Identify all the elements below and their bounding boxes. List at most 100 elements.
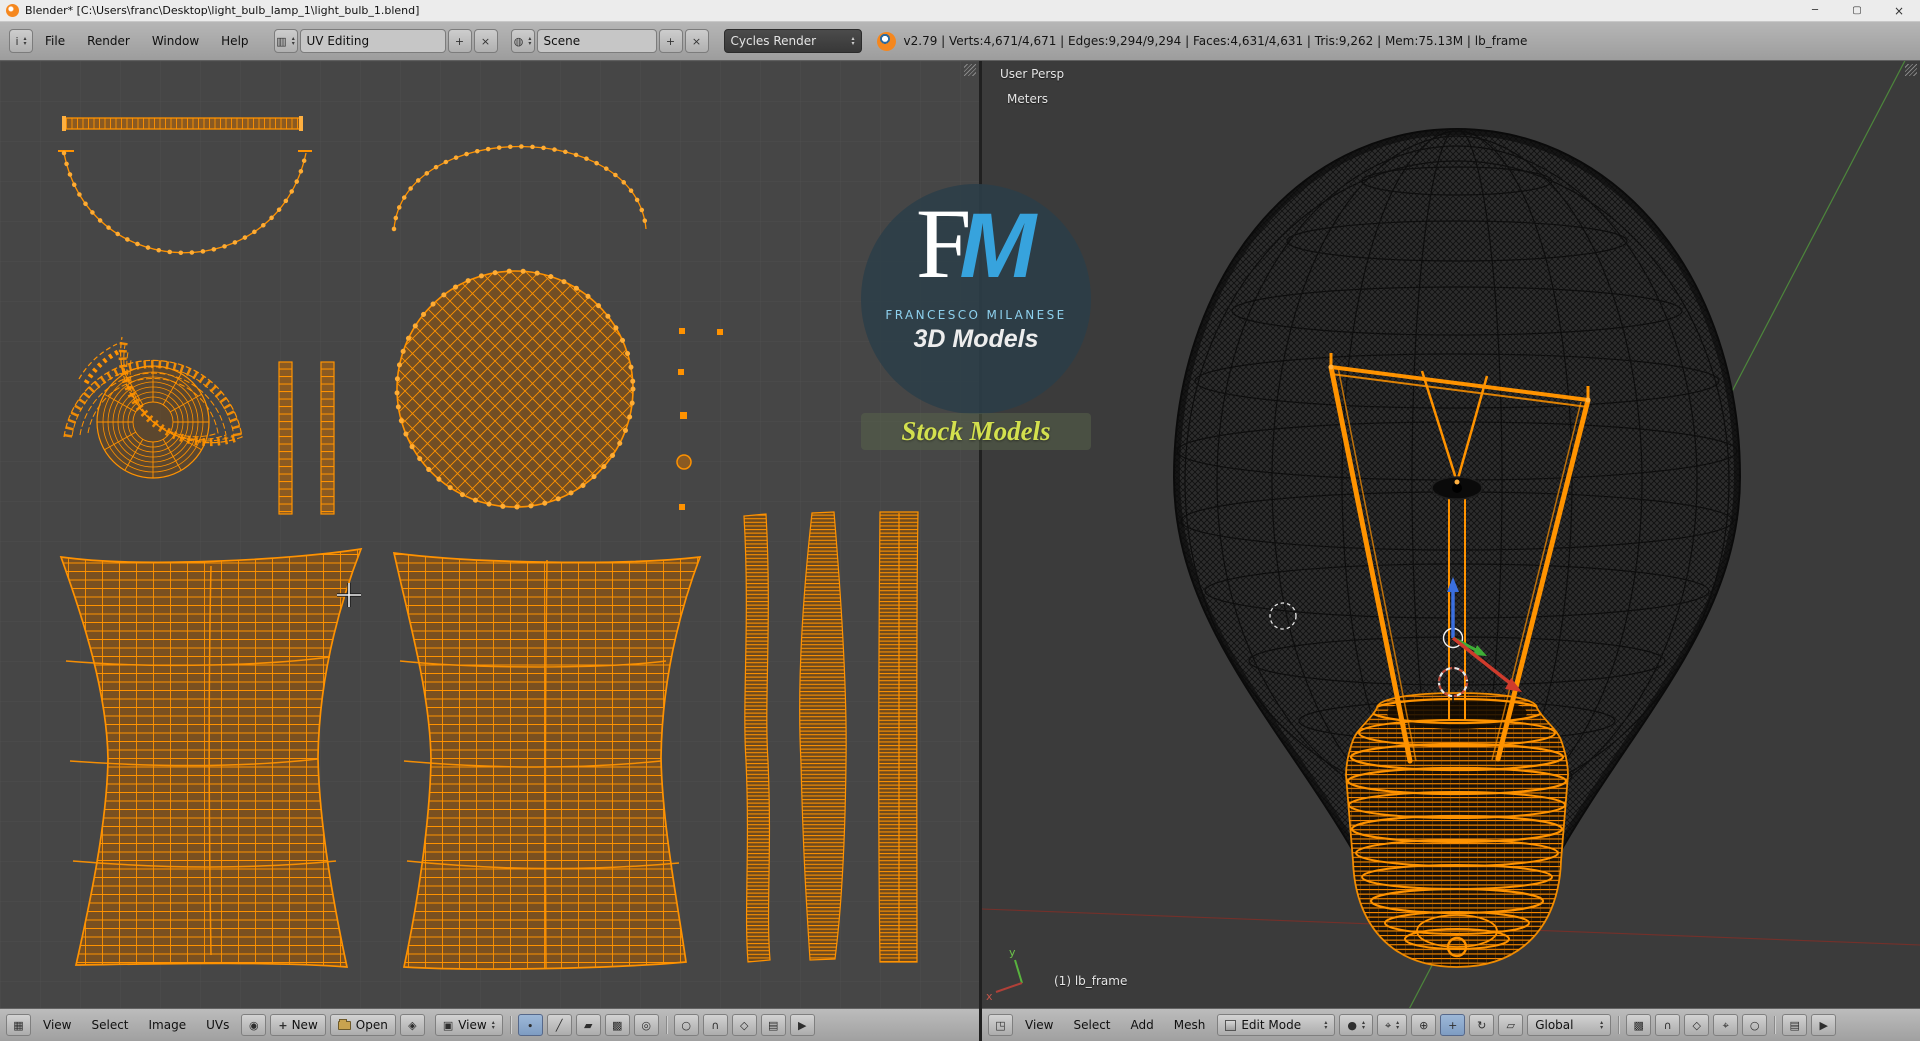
viewport-editor-type-dropdown[interactable]: ◳ <box>988 1014 1013 1036</box>
vp-menu-add[interactable]: Add <box>1121 1018 1164 1032</box>
render-still-icon: ▤ <box>1789 1018 1800 1032</box>
screen-layout-value: UV Editing <box>306 34 370 48</box>
snap-element-icon: ◇ <box>1692 1018 1701 1032</box>
proportional-edit-dropdown[interactable]: ○ <box>1742 1014 1768 1036</box>
scene-delete-button[interactable]: × <box>684 29 709 53</box>
image-open-button[interactable]: Open <box>329 1014 396 1036</box>
snap-element-dropdown[interactable]: ◇ <box>1684 1014 1710 1036</box>
translate-icon: + <box>1448 1018 1458 1032</box>
render-uv-anim-button[interactable]: ▶ <box>789 1014 815 1036</box>
vp-menu-mes[interactable]: Mesh <box>1164 1018 1216 1032</box>
snap-magnet-icon: ∩ <box>1663 1018 1672 1032</box>
window-titlebar: Blender* [C:\Users\franc\Desktop\light_b… <box>0 0 1920 22</box>
scene-browse[interactable]: ◍ ▴ ▾ <box>510 29 535 53</box>
snap-element-dropdown[interactable]: ◇ <box>731 1014 757 1036</box>
viewport-canvas[interactable]: y x <box>982 61 1920 1008</box>
occlude-icon: ▩ <box>1633 1018 1644 1032</box>
orientation-dropdown[interactable]: Global ▴ ▾ <box>1527 1014 1612 1036</box>
render-anim-icon: ▶ <box>1819 1018 1828 1032</box>
screen-layout-add-button[interactable]: + <box>447 29 472 53</box>
scene-add-button[interactable]: + <box>658 29 683 53</box>
menu-help[interactable]: Help <box>210 34 259 48</box>
render-opengl-anim-button[interactable]: ▶ <box>1811 1014 1837 1036</box>
menu-file[interactable]: File <box>34 34 76 48</box>
scene-value: Scene <box>543 34 581 48</box>
uv-island-circle[interactable] <box>397 271 633 507</box>
menu-render[interactable]: Render <box>76 34 141 48</box>
vertex-mode-icon: ∙ <box>526 1018 534 1032</box>
scene-icon: ◍ <box>513 34 524 48</box>
vp-menu-select[interactable]: Select <box>1063 1018 1120 1032</box>
mode-dropdown[interactable]: Edit Mode ▴ ▾ <box>1217 1014 1336 1036</box>
proportional-edit-dropdown[interactable]: ○ <box>673 1014 699 1036</box>
uv-canvas[interactable] <box>0 61 979 1008</box>
manipulator-translate[interactable]: + <box>1440 1014 1466 1036</box>
image-new-button[interactable]: + New <box>270 1014 326 1036</box>
menu-window[interactable]: Window <box>141 34 210 48</box>
screen-layout-browse[interactable]: ▥ ▴ ▾ <box>273 29 298 53</box>
manipulator-rotate[interactable]: ↻ <box>1469 1014 1495 1036</box>
uv-island-strip-2[interactable] <box>799 511 847 961</box>
display-mode-icon: ▣ <box>442 1018 454 1032</box>
maximize-button[interactable]: ▢ <box>1836 0 1878 21</box>
scene-statistics: v2.79 | Verts:4,671/4,671 | Edges:9,294/… <box>903 34 1528 48</box>
info-header: i ▴ ▾ File Render Window Help ▥ ▴ ▾ UV Edi… <box>0 22 1920 61</box>
scene-field[interactable]: Scene <box>536 29 657 53</box>
watermark-badge: Stock Models <box>861 413 1091 450</box>
uv-editor-type-dropdown[interactable]: ▦ <box>6 1014 31 1036</box>
pack-icon: ◈ <box>408 1018 417 1032</box>
image-pin-button[interactable]: ◉ <box>241 1014 267 1036</box>
separator <box>509 1016 511 1034</box>
scale-icon: ▱ <box>1506 1018 1515 1032</box>
render-opengl-still-button[interactable]: ▤ <box>1782 1014 1808 1036</box>
uv-menu-uvs[interactable]: UVs <box>196 1018 239 1032</box>
manipulator-toggle[interactable]: ⊕ <box>1411 1014 1437 1036</box>
pivot-point-dropdown[interactable]: ⌖ ▴ ▾ <box>1376 1014 1408 1036</box>
edge-mode-icon: ╱ <box>555 1018 563 1032</box>
uv-select-mode-face[interactable]: ▰ <box>575 1014 601 1036</box>
manipulator-scale[interactable]: ▱ <box>1498 1014 1524 1036</box>
uv-island-strip-3[interactable] <box>878 511 919 963</box>
screen-layout-icon: ▥ <box>276 34 287 48</box>
sticky-icon: ◎ <box>641 1018 652 1032</box>
uv-editor-area <box>0 61 979 1008</box>
folder-icon <box>337 1018 351 1030</box>
area-corner-widget[interactable] <box>1905 64 1917 76</box>
uv-select-mode-edge[interactable]: ╱ <box>546 1014 572 1036</box>
editor-type-info-dropdown[interactable]: i ▴ ▾ <box>9 29 33 53</box>
uv-island-panel-right[interactable] <box>393 552 701 970</box>
snap-element-icon: ◇ <box>740 1018 749 1032</box>
render-engine-dropdown[interactable]: Cycles Render ▴ ▾ <box>723 29 862 53</box>
screen-layout-delete-button[interactable]: × <box>473 29 498 53</box>
uv-island-bar[interactable] <box>62 116 303 131</box>
watermark-logo: F M FRANCESCO MILANESE 3D Models <box>861 184 1091 414</box>
uv-menu-view[interactable]: View <box>33 1018 81 1032</box>
chevron-updown-icon: ▴ ▾ <box>1600 1019 1604 1031</box>
uv-select-mode-island[interactable]: ▩ <box>604 1014 630 1036</box>
chevron-updown-icon: ▴ ▾ <box>528 35 532 47</box>
screen-layout-field[interactable]: UV Editing <box>299 29 446 53</box>
minimize-button[interactable]: ─ <box>1794 0 1836 21</box>
manipulator-axis-icon: ⊕ <box>1419 1018 1429 1032</box>
snap-target-dropdown[interactable]: ⌖ <box>1713 1014 1739 1036</box>
occlude-geometry-toggle[interactable]: ▩ <box>1626 1014 1652 1036</box>
vp-menu-view[interactable]: View <box>1015 1018 1063 1032</box>
snap-toggle-button[interactable]: ∩ <box>702 1014 728 1036</box>
uv-sticky-selection[interactable]: ◎ <box>633 1014 659 1036</box>
viewport-shading-dropdown[interactable]: ● ▴ ▾ <box>1339 1014 1373 1036</box>
snap-toggle-button[interactable]: ∩ <box>1655 1014 1681 1036</box>
active-object-overlay: (1) lb_frame <box>1054 974 1128 988</box>
area-corner-widget[interactable] <box>964 64 976 76</box>
uv-display-mode-dropdown[interactable]: ▣ View ▴ ▾ <box>434 1014 503 1036</box>
bulb-screw-base[interactable] <box>1345 692 1569 968</box>
uv-select-mode-vertex[interactable]: ∙ <box>517 1014 543 1036</box>
pack-image-button[interactable]: ◈ <box>399 1014 425 1036</box>
close-button[interactable]: × <box>1878 0 1920 21</box>
watermark-name: FRANCESCO MILANESE <box>885 308 1067 322</box>
render-uv-still-button[interactable]: ▤ <box>760 1014 786 1036</box>
uv-island-strip-1[interactable] <box>743 513 771 963</box>
uv-menu-select[interactable]: Select <box>81 1018 138 1032</box>
uv-menu-image[interactable]: Image <box>139 1018 197 1032</box>
viewport-header-bar: ◳ View Select Add Mesh Edit Mode ▴ ▾ ● ▴ ▾… <box>982 1008 1920 1041</box>
proportional-icon: ○ <box>681 1018 692 1032</box>
